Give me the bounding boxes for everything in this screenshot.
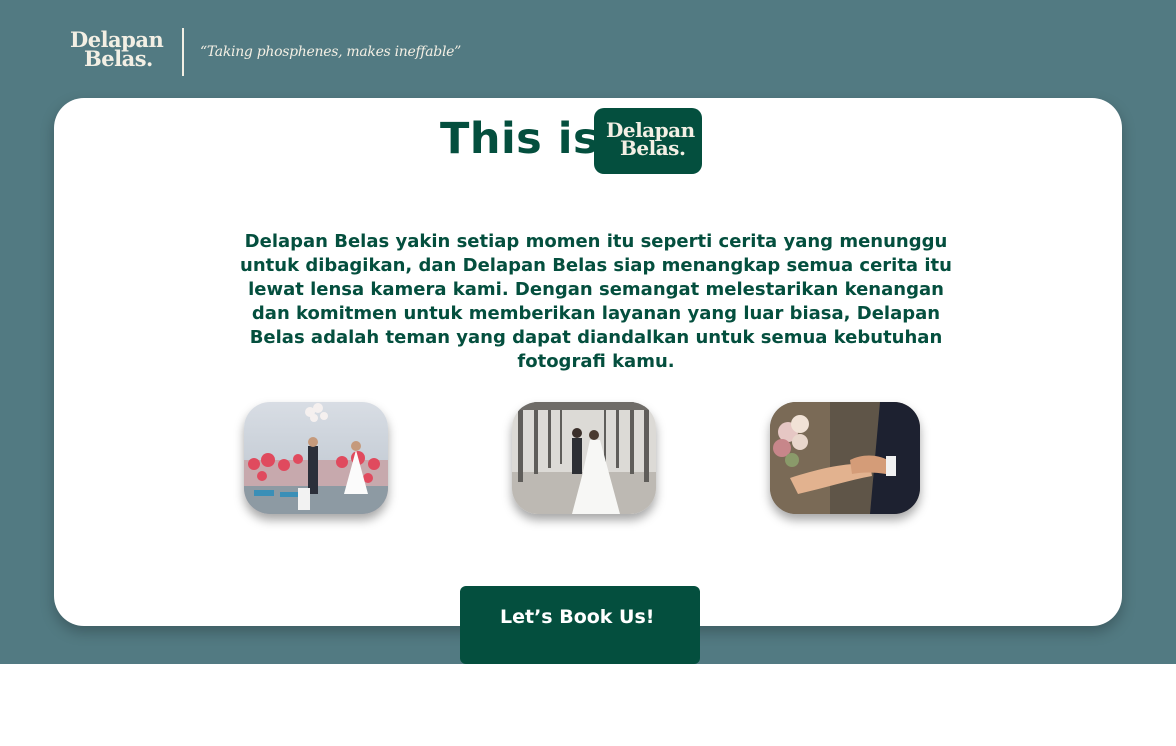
wedding-bridge-photo [512,402,656,514]
book-us-button[interactable]: Let’s Book Us! [460,586,700,664]
brand-logo[interactable]: Delapan Belas. [70,29,164,71]
hero-logo-badge: Delapan Belas. [594,108,702,174]
book-us-label: Let’s Book Us! [500,606,655,628]
hero-logo-line2: Belas. [620,136,686,160]
brand-tagline: “Taking phosphenes, makes ineffable” [200,44,461,60]
wedding-hands-photo [770,402,920,514]
brand-logo-line2: Belas. [84,46,153,71]
about-description: Delapan Belas yakin setiap momen itu sep… [240,231,952,372]
hero-logo: Delapan Belas. [606,120,695,160]
hero-title: This is [440,114,600,164]
wedding-balloons-photo [244,402,388,514]
header-divider [182,28,184,76]
